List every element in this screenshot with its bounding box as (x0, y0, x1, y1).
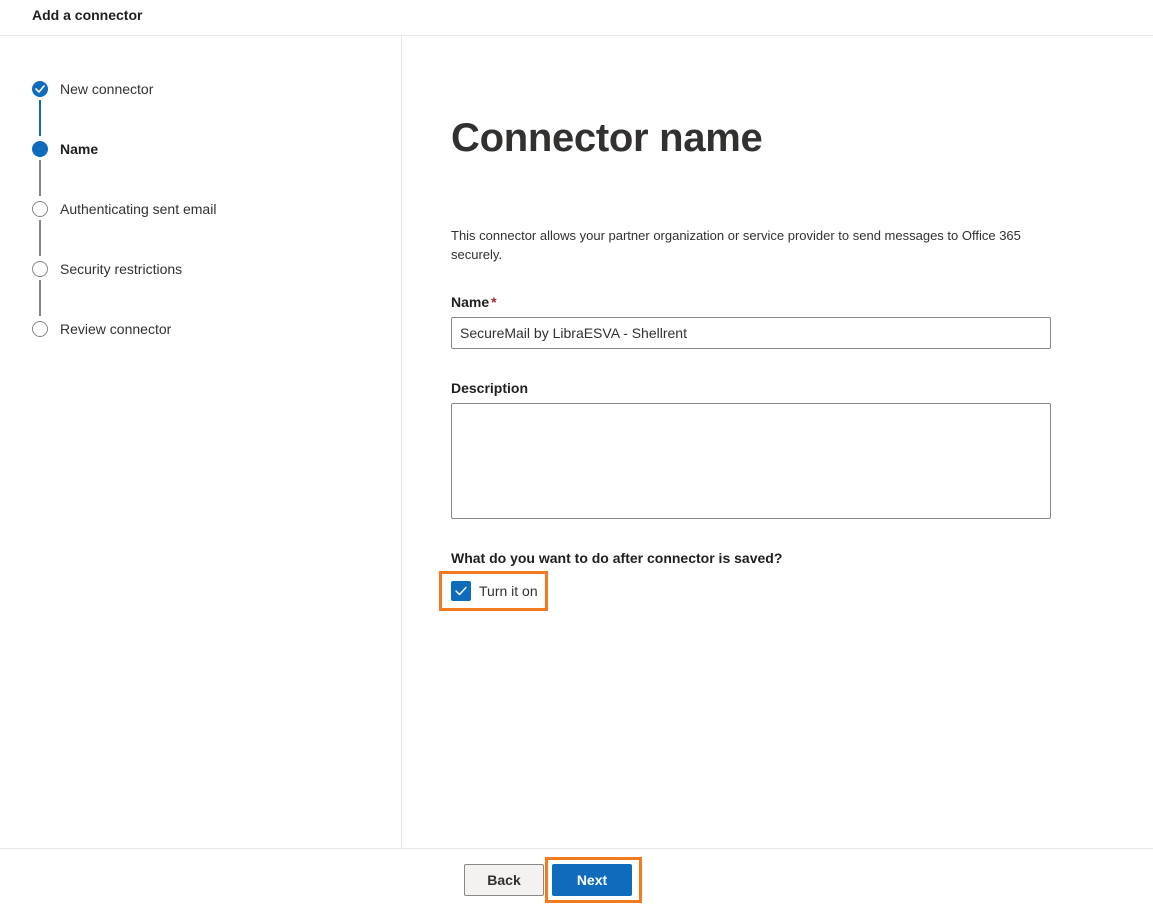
step-label: Review connector (60, 321, 172, 337)
step-label: Security restrictions (60, 261, 183, 277)
step-connector-line (39, 220, 41, 256)
wizard-footer: Back Next (0, 848, 1153, 904)
wizard-steps-pane: New connector Name Authenticating sent e… (0, 36, 402, 848)
required-marker: * (491, 294, 497, 310)
back-button[interactable]: Back (464, 864, 544, 896)
description-textarea[interactable] (451, 403, 1051, 519)
step-connector-line (39, 100, 41, 136)
step-new-connector[interactable]: New connector (32, 79, 153, 99)
panel-title: Add a connector (32, 7, 143, 23)
name-field-label: Name * (451, 294, 497, 310)
checkbox-label: Turn it on (479, 583, 538, 599)
step-security-restrictions[interactable]: Security restrictions (32, 259, 182, 279)
current-step-icon (32, 141, 48, 157)
name-input[interactable] (451, 317, 1051, 349)
description-field-label: Description (451, 380, 529, 396)
name-label-text: Name (451, 294, 490, 310)
next-button[interactable]: Next (552, 864, 632, 896)
step-label: New connector (60, 81, 154, 97)
step-connector-line (39, 160, 41, 196)
main-content: Connector name This connector allows you… (403, 36, 1153, 848)
step-label: Name (60, 141, 99, 157)
checkbox-checked-icon[interactable] (451, 581, 471, 601)
step-label: Authenticating sent email (60, 201, 217, 217)
empty-circle-icon (32, 201, 48, 217)
empty-circle-icon (32, 261, 48, 277)
panel-header: Add a connector (0, 0, 1153, 36)
after-save-question: What do you want to do after connector i… (451, 550, 783, 566)
step-connector-line (39, 280, 41, 316)
connector-description-text: This connector allows your partner organ… (451, 228, 1021, 262)
step-name[interactable]: Name (32, 139, 98, 159)
page-title: Connector name (451, 116, 763, 160)
empty-circle-icon (32, 321, 48, 337)
turn-it-on-checkbox[interactable]: Turn it on (451, 581, 538, 601)
checkmark-icon (32, 81, 48, 97)
step-authenticating-sent-email[interactable]: Authenticating sent email (32, 199, 216, 219)
step-review-connector[interactable]: Review connector (32, 319, 171, 339)
